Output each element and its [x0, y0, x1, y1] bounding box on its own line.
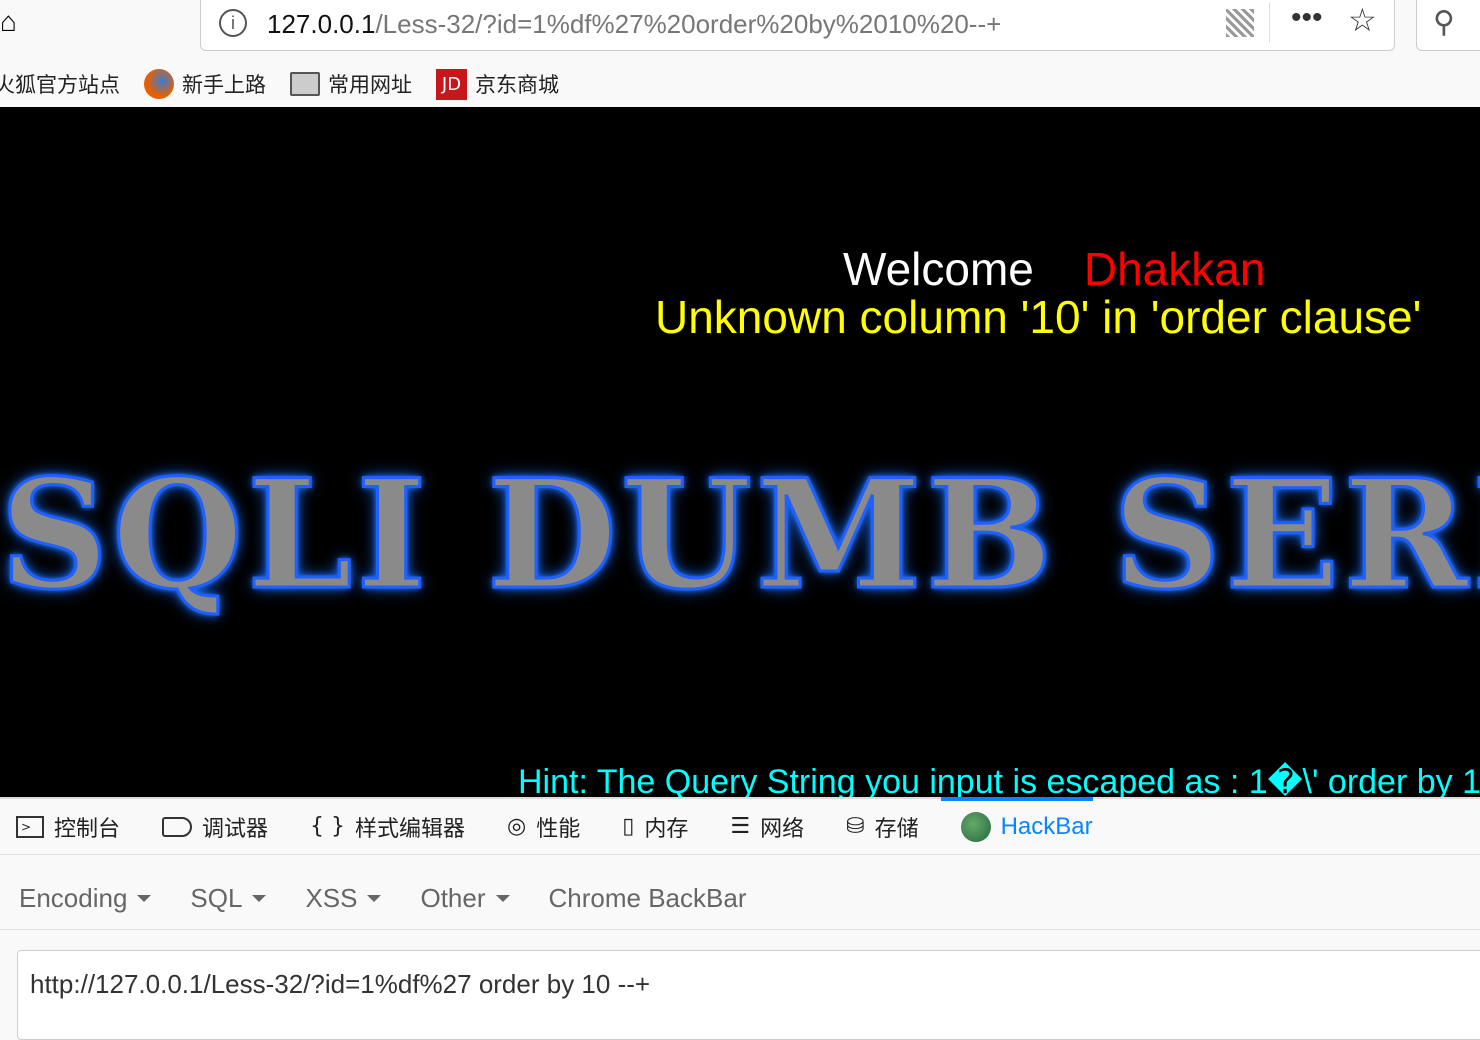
- bookmark-item[interactable]: 新手上路: [144, 69, 266, 99]
- tab-label: 调试器: [202, 816, 269, 842]
- more-icon[interactable]: •••: [1291, 1, 1323, 35]
- caret-down-icon: [137, 895, 152, 902]
- memory-icon: ▯: [622, 814, 635, 839]
- bookmark-item[interactable]: JD 京东商城: [436, 68, 559, 100]
- encoding-menu[interactable]: Encoding: [19, 883, 152, 914]
- caret-down-icon: [495, 895, 510, 902]
- menu-label: SQL: [190, 883, 243, 913]
- tab-debugger[interactable]: 调试器: [162, 799, 268, 854]
- xss-menu[interactable]: XSS: [305, 883, 382, 914]
- braces-icon: { }: [310, 814, 346, 839]
- tab-label: 存储: [874, 816, 919, 842]
- devtools-tabs: > 控制台 调试器 { } 样式编辑器 ◎ 性能 ▯ 内存 ☰ 网络 ⛁ 存储 HackBa…: [0, 797, 1480, 855]
- hint-text: Hint: The Query String you input is esca…: [518, 763, 1480, 797]
- tab-network[interactable]: ☰ 网络: [730, 799, 804, 854]
- hackbar-icon: [960, 811, 991, 842]
- divider: [1269, 3, 1270, 43]
- jd-icon: JD: [436, 68, 467, 100]
- tab-label: 内存: [644, 816, 689, 842]
- firefox-icon: [144, 69, 174, 99]
- bookmark-label: 新手上路: [182, 73, 266, 97]
- tab-label: 性能: [536, 816, 581, 842]
- tab-console[interactable]: > 控制台: [16, 799, 120, 854]
- info-icon[interactable]: i: [219, 9, 247, 37]
- storage-icon: ⛁: [846, 814, 865, 839]
- browser-toolbar: ⌂ i 127.0.0.1/Less-32/?id=1%df%27%20orde…: [0, 0, 1480, 60]
- chrome-backbar-link[interactable]: Chrome BackBar: [549, 883, 747, 914]
- console-icon: >: [16, 815, 44, 838]
- tab-storage[interactable]: ⛁ 存储: [846, 799, 918, 854]
- hackbar-url-text: http://127.0.0.1/Less-32/?id=1%df%27 ord…: [30, 969, 651, 999]
- star-icon[interactable]: ☆: [1348, 1, 1377, 39]
- network-icon: ☰: [730, 814, 751, 839]
- bookmark-item[interactable]: 常用网址: [290, 69, 412, 99]
- menu-label: XSS: [305, 883, 358, 913]
- menu-label: Other: [420, 883, 486, 913]
- folder-icon: [290, 72, 320, 96]
- bookmarks-bar: 火狐官方站点 新手上路 常用网址 JD 京东商城: [0, 62, 1480, 106]
- caret-down-icon: [367, 895, 382, 902]
- error-message: Unknown column '10' in 'order clause': [655, 291, 1422, 343]
- username: Dhakkan: [1083, 243, 1266, 295]
- debugger-icon: [162, 816, 193, 837]
- tab-label: 网络: [760, 816, 805, 842]
- sql-menu[interactable]: SQL: [190, 883, 267, 914]
- tab-style-editor[interactable]: { } 样式编辑器: [310, 799, 465, 854]
- qr-code-icon[interactable]: [1226, 9, 1254, 37]
- welcome-text: Welcome Dhakkan: [843, 242, 1265, 296]
- url-path: /Less-32/?id=1%df%27%20order%20by%2010%2…: [375, 9, 1002, 39]
- bookmark-label: 京东商城: [475, 73, 559, 97]
- url-host: 127.0.0.1: [267, 9, 376, 39]
- tab-hackbar[interactable]: HackBar: [940, 797, 1093, 854]
- tab-memory[interactable]: ▯ 内存: [622, 799, 688, 854]
- bookmark-label: 常用网址: [328, 73, 412, 97]
- sqli-banner: SQLI DUMB SERIES: [0, 446, 1480, 625]
- url-text[interactable]: 127.0.0.1/Less-32/?id=1%df%27%20order%20…: [267, 9, 1001, 40]
- other-menu[interactable]: Other: [420, 883, 510, 914]
- tab-label: 样式编辑器: [355, 816, 466, 842]
- search-icon: ⚲: [1433, 6, 1455, 39]
- search-box[interactable]: ⚲: [1416, 0, 1480, 51]
- bookmark-item[interactable]: 火狐官方站点: [0, 69, 120, 99]
- tab-performance[interactable]: ◎ 性能: [507, 799, 580, 854]
- page-content: Welcome Dhakkan Unknown column '10' in 'o…: [0, 107, 1480, 797]
- tab-label: 控制台: [54, 816, 121, 842]
- hackbar-url-input[interactable]: http://127.0.0.1/Less-32/?id=1%df%27 ord…: [17, 950, 1480, 1040]
- caret-down-icon: [252, 895, 267, 902]
- menu-label: Chrome BackBar: [548, 883, 747, 913]
- url-bar[interactable]: i 127.0.0.1/Less-32/?id=1%df%27%20order%…: [200, 0, 1395, 51]
- home-icon[interactable]: ⌂: [0, 6, 17, 38]
- tab-label: HackBar: [1000, 812, 1093, 840]
- hackbar-menu: Encoding SQL XSS Other Chrome BackBar: [0, 868, 1480, 930]
- menu-label: Encoding: [19, 883, 128, 913]
- performance-icon: ◎: [507, 814, 527, 839]
- bookmark-label: 火狐官方站点: [0, 73, 120, 97]
- welcome-label: Welcome: [843, 243, 1034, 295]
